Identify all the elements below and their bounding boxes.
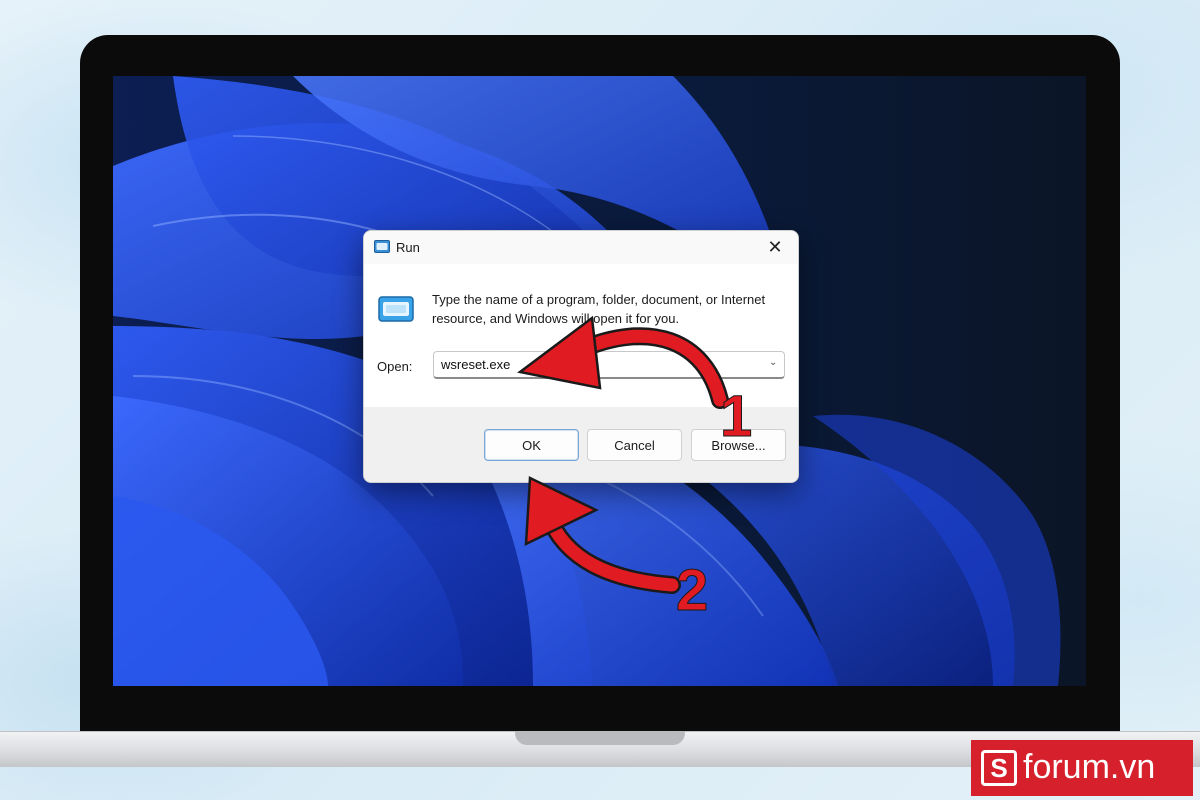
open-input[interactable] [433, 351, 785, 379]
dialog-content: Type the name of a program, folder, docu… [364, 264, 798, 407]
brand-name: forum.vn [1023, 748, 1156, 786]
dialog-titlebar[interactable]: Run ✕ [364, 231, 798, 264]
run-dialog: Run ✕ Type the name of a program, folder… [363, 230, 799, 483]
cancel-button[interactable]: Cancel [587, 429, 682, 461]
open-label: Open: [377, 359, 413, 374]
sforum-logo-icon: S [981, 750, 1017, 786]
dialog-description: Type the name of a program, folder, docu… [432, 292, 766, 326]
dialog-title: Run [396, 240, 420, 255]
laptop-notch [515, 731, 685, 745]
run-icon [374, 240, 390, 253]
sforum-brand: S forum.vn [971, 740, 1193, 796]
ok-button[interactable]: OK [484, 429, 579, 461]
run-icon [378, 296, 414, 322]
close-icon[interactable]: ✕ [752, 231, 798, 264]
browse-button[interactable]: Browse... [691, 429, 786, 461]
dialog-footer: OK Cancel Browse... [364, 407, 798, 482]
chevron-down-icon[interactable]: ⌄ [769, 357, 777, 368]
